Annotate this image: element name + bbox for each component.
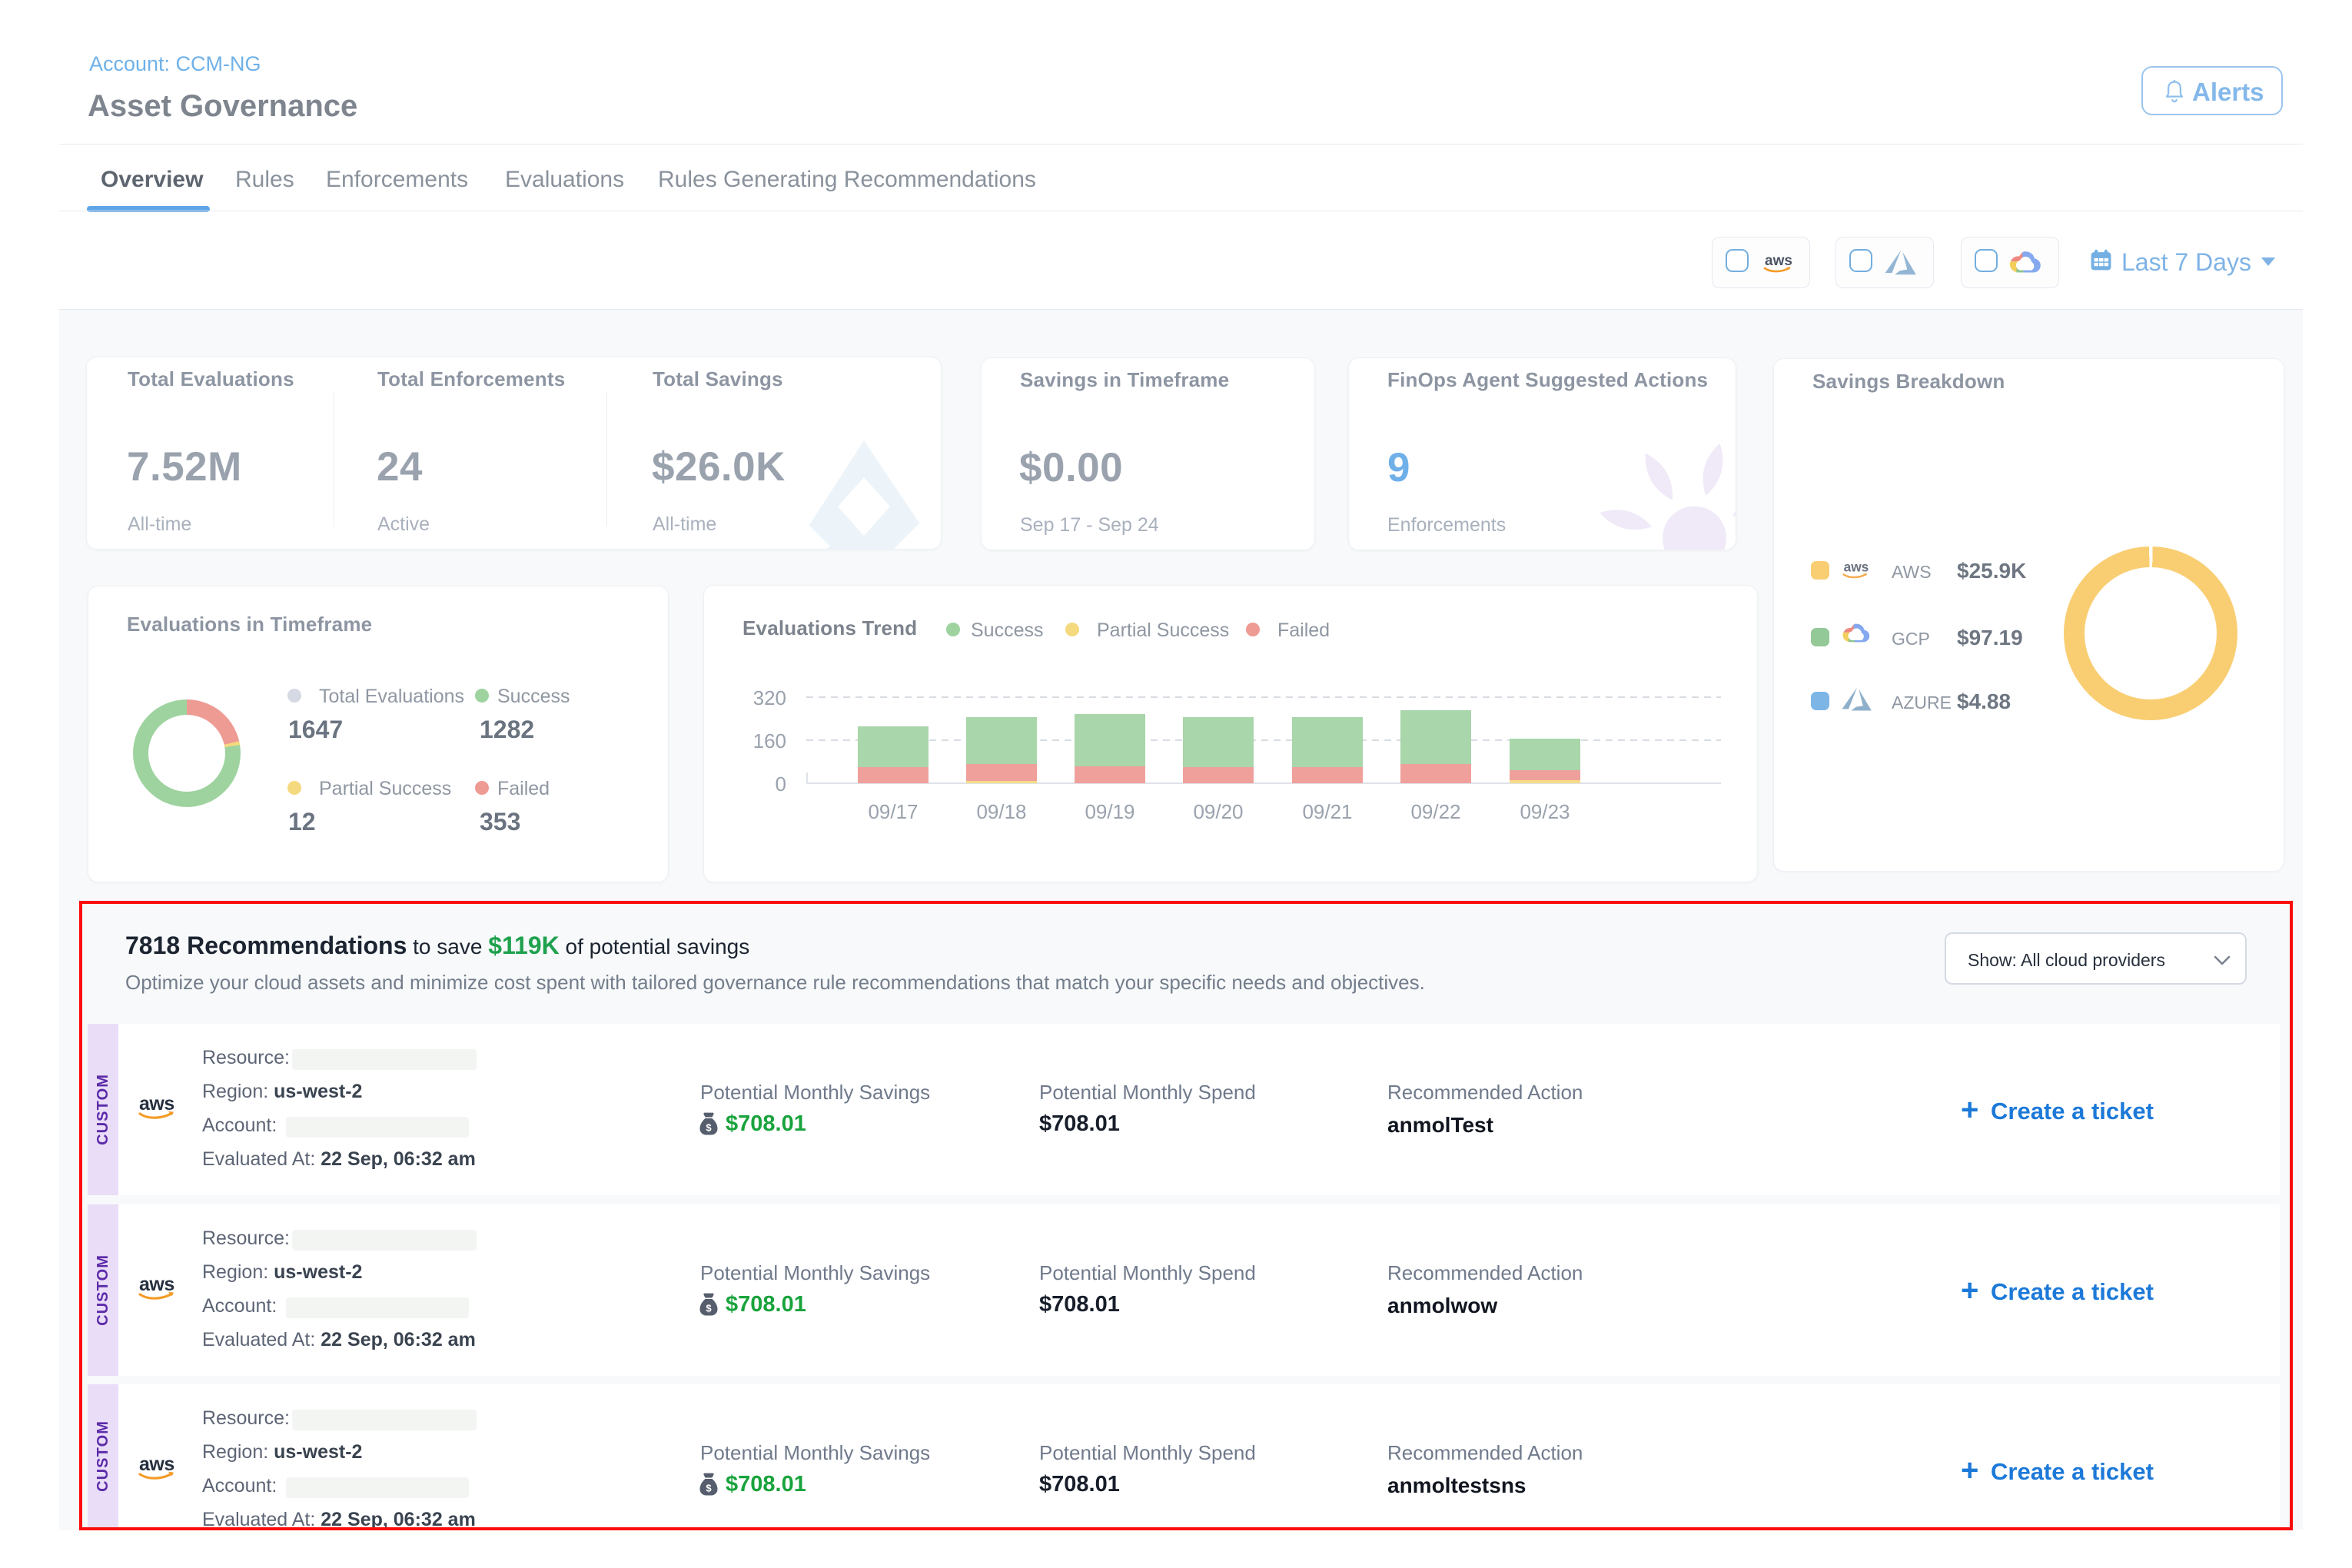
svg-text:aws: aws: [1844, 560, 1869, 575]
svg-text:aws: aws: [1765, 253, 1792, 269]
